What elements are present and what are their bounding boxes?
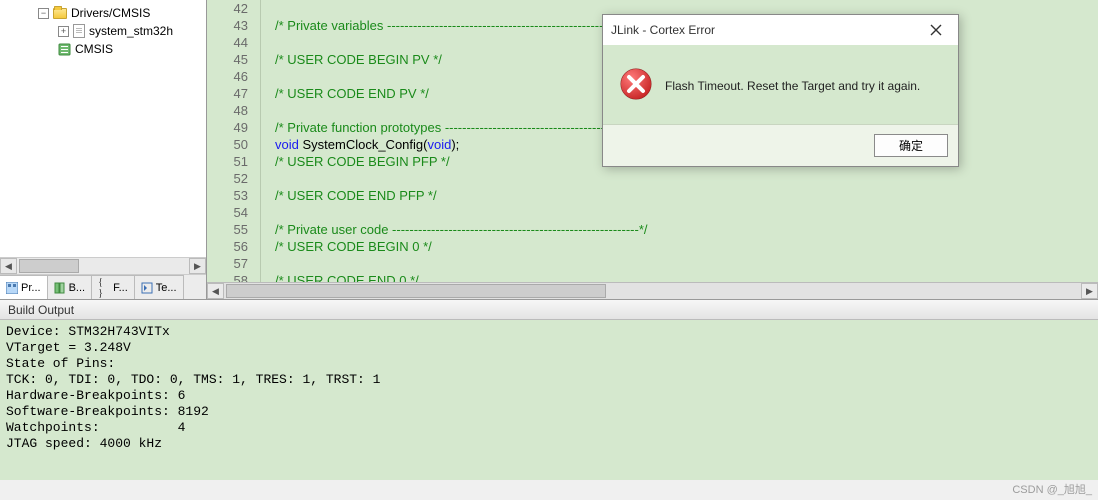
tab-project[interactable]: Pr...	[0, 275, 48, 299]
scroll-track[interactable]	[224, 283, 1081, 299]
project-tree: − Drivers/CMSIS + system_stm32h CMSIS	[0, 0, 206, 257]
ok-button[interactable]: 确定	[874, 134, 948, 157]
project-sidebar: − Drivers/CMSIS + system_stm32h CMSIS ◀ …	[0, 0, 207, 299]
watermark: CSDN @_旭旭_	[1012, 481, 1092, 497]
close-icon[interactable]	[922, 19, 950, 41]
project-panel-tabs: Pr... B... { } F... Te...	[0, 274, 206, 299]
build-output-header: Build Output	[0, 300, 1098, 320]
file-icon	[73, 24, 85, 38]
tree-file-cmsis[interactable]: CMSIS	[0, 40, 206, 58]
tab-templates[interactable]: Te...	[135, 275, 184, 299]
output-title: Build Output	[8, 303, 74, 317]
tab-label: F...	[113, 282, 128, 294]
scroll-thumb[interactable]	[226, 284, 606, 298]
editor-hscrollbar[interactable]: ◀ ▶	[207, 282, 1098, 299]
braces-icon: { }	[98, 282, 110, 294]
collapse-icon[interactable]: −	[38, 8, 49, 19]
scroll-right-icon[interactable]: ▶	[189, 258, 206, 274]
error-dialog: JLink - Cortex Error Flash Timeout. Rese…	[602, 14, 959, 167]
sidebar-hscrollbar[interactable]: ◀ ▶	[0, 257, 206, 274]
template-icon	[141, 282, 153, 294]
project-icon	[6, 282, 18, 294]
tree-label: Drivers/CMSIS	[71, 6, 150, 20]
scroll-left-icon[interactable]: ◀	[207, 283, 224, 299]
book-icon	[58, 43, 71, 56]
line-gutter: 4243444546474849505152535455565758	[207, 0, 261, 282]
tab-books[interactable]: B...	[48, 275, 93, 299]
error-icon	[619, 67, 653, 104]
tab-label: Pr...	[21, 282, 41, 294]
build-output[interactable]: Device: STM32H743VITx VTarget = 3.248V S…	[0, 320, 1098, 480]
scroll-thumb[interactable]	[19, 259, 79, 273]
tree-folder-drivers-cmsis[interactable]: − Drivers/CMSIS	[0, 4, 206, 22]
scroll-right-icon[interactable]: ▶	[1081, 283, 1098, 299]
scroll-left-icon[interactable]: ◀	[0, 258, 17, 274]
books-icon	[54, 282, 66, 294]
tab-label: B...	[69, 282, 86, 294]
tree-label: system_stm32h	[89, 24, 173, 38]
expand-icon[interactable]: +	[58, 26, 69, 37]
scroll-track[interactable]	[17, 258, 189, 274]
tab-label: Te...	[156, 282, 177, 294]
folder-icon	[53, 8, 67, 19]
dialog-titlebar[interactable]: JLink - Cortex Error	[603, 15, 958, 45]
tab-functions[interactable]: { } F...	[92, 275, 135, 299]
dialog-message: Flash Timeout. Reset the Target and try …	[665, 79, 920, 93]
dialog-title-text: JLink - Cortex Error	[611, 23, 715, 37]
tree-label: CMSIS	[75, 42, 113, 56]
tree-file-system-stm32h[interactable]: + system_stm32h	[0, 22, 206, 40]
